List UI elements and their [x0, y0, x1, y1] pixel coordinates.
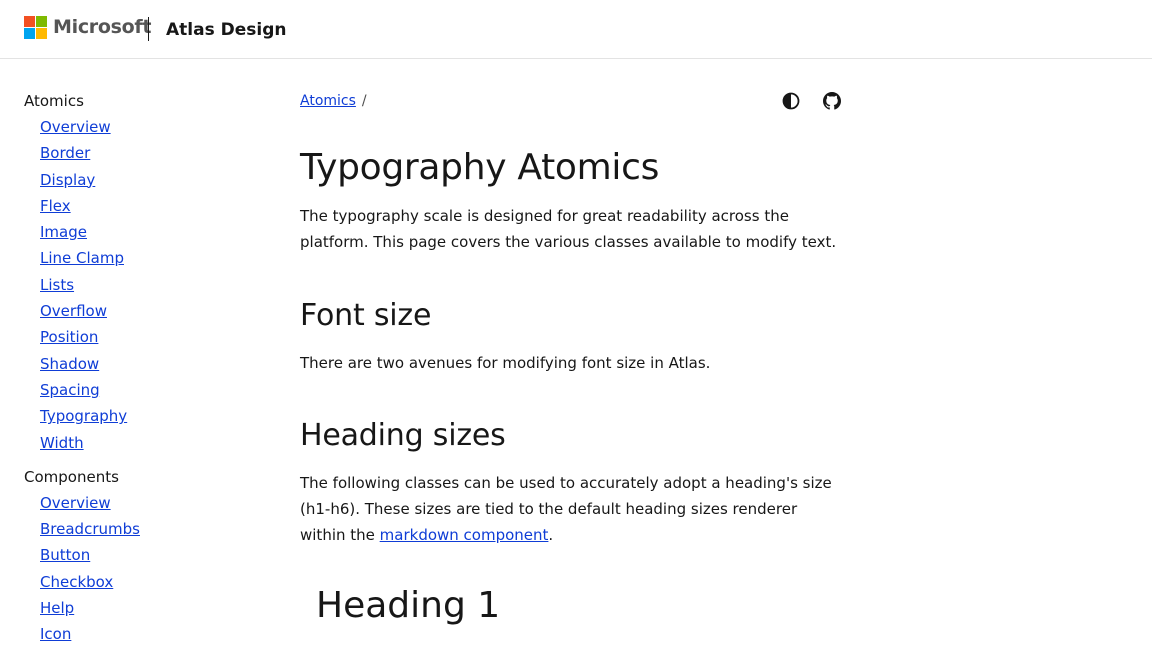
nav-list-components: Overview Breadcrumbs Button Checkbox Hel…: [24, 490, 244, 648]
intro-paragraph: The typography scale is designed for gre…: [300, 207, 837, 251]
sidebar-link[interactable]: Position: [40, 328, 98, 346]
sidebar-link[interactable]: Help: [40, 599, 74, 617]
sidebar-item-image: Image: [24, 219, 244, 245]
nav-group-components: Components Overview Breadcrumbs Button C…: [24, 464, 244, 648]
sidebar-link[interactable]: Overview: [40, 118, 111, 136]
sidebar-item-overview: Overview: [24, 490, 244, 516]
header-divider: [148, 17, 149, 41]
sidebar-link[interactable]: Breadcrumbs: [40, 520, 140, 538]
logo-square-yellow: [36, 28, 47, 39]
sidebar-link[interactable]: Shadow: [40, 355, 99, 373]
site-header: Microsoft Atlas Design: [0, 0, 1152, 59]
sidebar-item-typography: Typography: [24, 403, 244, 429]
section-heading-heading-sizes: Heading sizes: [300, 418, 506, 453]
sidebar-link[interactable]: Display: [40, 171, 95, 189]
breadcrumb: Atomics /: [300, 88, 845, 114]
sidebar-item-icon: Icon: [24, 621, 244, 647]
sidebar-item-width: Width: [24, 430, 244, 456]
section-heading-font-size: Font size: [300, 298, 432, 333]
heading-sizes-paragraph: The following classes can be used to acc…: [300, 470, 845, 548]
sidebar-link[interactable]: Image: [40, 223, 87, 241]
sidebar-item-checkbox: Checkbox: [24, 569, 244, 595]
sidebar-item-border: Border: [24, 140, 244, 166]
sidebar-link[interactable]: Overview: [40, 494, 111, 512]
sidebar-item-flex: Flex: [24, 193, 244, 219]
sidebar-link[interactable]: Border: [40, 144, 90, 162]
nav-list-atomics: Overview Border Display Flex Image Line …: [24, 114, 244, 456]
sidebar-item-spacing: Spacing: [24, 377, 244, 403]
font-size-paragraph: There are two avenues for modifying font…: [300, 354, 711, 372]
sidebar-link[interactable]: Icon: [40, 625, 71, 643]
sidebar-item-position: Position: [24, 324, 244, 350]
markdown-component-link[interactable]: markdown component: [380, 526, 549, 544]
paragraph-text-end: .: [548, 526, 554, 544]
nav-group-atomics: Atomics Overview Border Display Flex Ima…: [24, 88, 244, 456]
sidebar-item-display: Display: [24, 167, 244, 193]
sidebar-link[interactable]: Width: [40, 434, 84, 452]
sidebar-link[interactable]: Button: [40, 546, 90, 564]
sidebar-item-lists: Lists: [24, 272, 244, 298]
sidebar-nav: Atomics Overview Border Display Flex Ima…: [24, 88, 244, 648]
sidebar-item-breadcrumbs: Breadcrumbs: [24, 516, 244, 542]
sidebar-link[interactable]: Line Clamp: [40, 249, 124, 267]
sidebar-item-shadow: Shadow: [24, 351, 244, 377]
github-icon[interactable]: [823, 92, 841, 110]
sidebar-link[interactable]: Checkbox: [40, 573, 113, 591]
main-content: Atomics / Typography Atomics The typograp…: [300, 88, 845, 628]
nav-group-title: Atomics: [24, 92, 84, 110]
sidebar-link[interactable]: Flex: [40, 197, 71, 215]
sidebar-link[interactable]: Overflow: [40, 302, 107, 320]
sidebar-item-help: Help: [24, 595, 244, 621]
sidebar-link[interactable]: Typography: [40, 407, 127, 425]
page-actions: [782, 92, 841, 110]
microsoft-logo-icon[interactable]: [24, 16, 47, 39]
contrast-icon[interactable]: [782, 92, 800, 110]
sidebar-link[interactable]: Lists: [40, 276, 74, 294]
sidebar-item-overflow: Overflow: [24, 298, 244, 324]
breadcrumb-link-atomics[interactable]: Atomics: [300, 93, 356, 109]
breadcrumb-separator: /: [361, 93, 367, 109]
logo-square-red: [24, 16, 35, 27]
heading-1-example: Heading 1: [316, 585, 501, 626]
page-title: Typography Atomics: [300, 147, 660, 188]
nav-group-title: Components: [24, 467, 119, 486]
logo-square-blue: [24, 28, 35, 39]
site-title[interactable]: Atlas Design: [166, 18, 286, 42]
sidebar-item-button: Button: [24, 542, 244, 568]
microsoft-brand-text[interactable]: Microsoft: [53, 15, 151, 39]
sidebar-item-line-clamp: Line Clamp: [24, 245, 244, 271]
logo-square-green: [36, 16, 47, 27]
sidebar-item-overview: Overview: [24, 114, 244, 140]
sidebar-link[interactable]: Spacing: [40, 381, 100, 399]
